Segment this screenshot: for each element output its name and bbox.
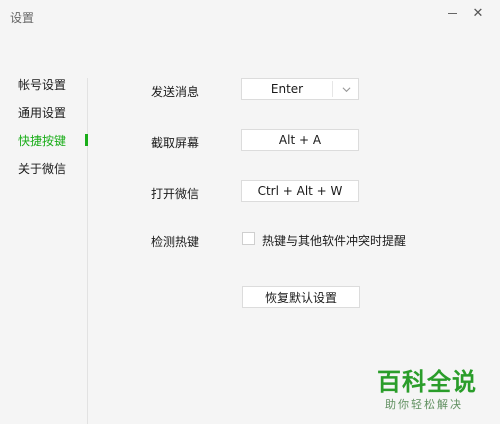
send-message-value: Enter [270,82,304,96]
hotkey-conflict-checkbox[interactable] [242,232,255,245]
minimize-icon [447,12,457,14]
hotkey-conflict-checkbox-label[interactable]: 热键与其他软件冲突时提醒 [262,232,406,249]
reset-defaults-button[interactable]: 恢复默认设置 [242,286,360,308]
sidebar-item-about[interactable]: 关于微信 [18,160,66,177]
chevron-down-icon [342,87,351,93]
watermark-sub-text: 助你轻松解决 [385,398,463,411]
open-wechat-hotkey-field[interactable]: Ctrl + Alt + W [241,180,359,202]
sidebar-divider [87,78,88,424]
sidebar-item-shortcuts[interactable]: 快捷按键 [18,132,66,149]
open-wechat-label: 打开微信 [151,187,200,201]
active-indicator [85,134,88,146]
screenshot-hotkey-field[interactable]: Alt + A [241,129,359,151]
close-button[interactable]: ✕ [467,4,489,22]
detect-hotkey-label: 检测热键 [151,235,200,249]
sidebar-item-account[interactable]: 帐号设置 [18,76,66,93]
dropdown-separator [332,81,333,97]
settings-window: 设置 ✕ 帐号设置 通用设置 快捷按键 关于微信 发送消息 Enter 截取屏幕… [0,0,500,424]
sidebar-item-general[interactable]: 通用设置 [18,104,66,121]
minimize-button[interactable] [441,4,463,22]
window-title: 设置 [10,11,35,25]
watermark-logo: 百科全说 助你轻松解决 [371,358,493,418]
close-icon: ✕ [472,5,484,21]
send-message-dropdown[interactable]: Enter [241,78,359,100]
send-message-label: 发送消息 [151,85,200,99]
screenshot-label: 截取屏幕 [151,136,200,150]
watermark-main-text: 百科全说 [377,368,477,396]
